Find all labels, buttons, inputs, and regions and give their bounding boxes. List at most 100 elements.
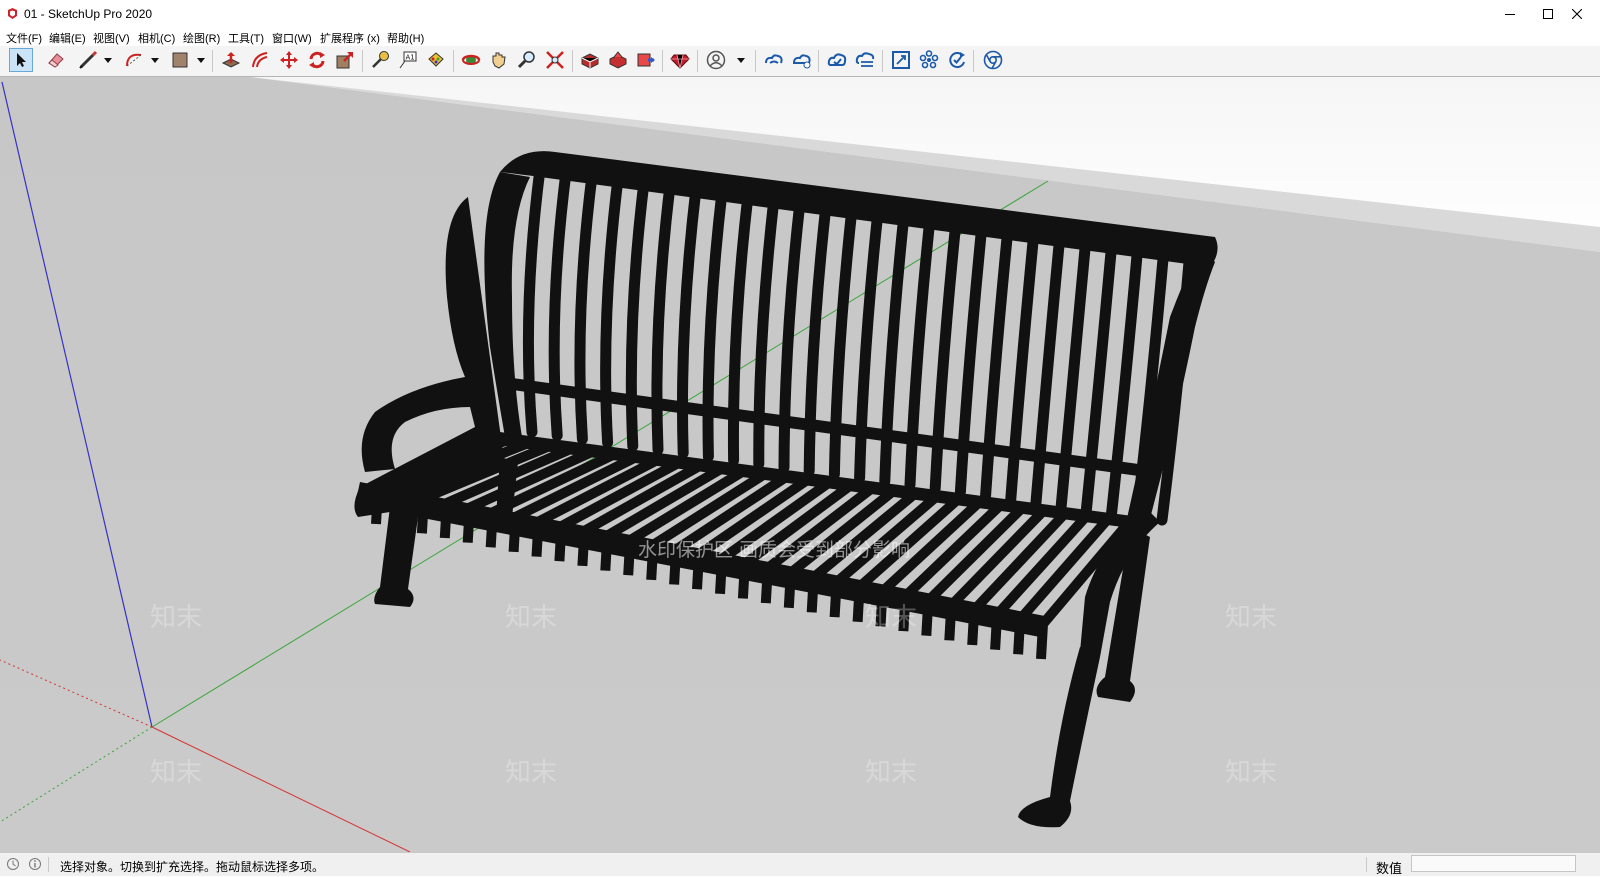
cloud-upload-button[interactable] [825, 48, 849, 72]
rectangle-tool-dropdown[interactable] [196, 50, 206, 70]
measurements-label: 数值 [1376, 861, 1403, 876]
select-tool-button[interactable] [9, 48, 33, 72]
extension-warehouse-icon [609, 51, 627, 69]
ruby-console-button[interactable] [668, 48, 692, 72]
trimble-connect-icon [765, 54, 783, 64]
toolbar-separator [973, 50, 974, 72]
chevron-down-icon [737, 57, 745, 63]
account-dropdown[interactable] [736, 50, 746, 70]
pan-tool-button[interactable] [487, 48, 511, 72]
components-button[interactable] [917, 48, 941, 72]
menu-tools[interactable]: 工具(T) [228, 30, 264, 46]
line-tool-button[interactable] [76, 48, 100, 72]
trimble-connect-button[interactable] [762, 48, 786, 72]
rotate-tool-button[interactable] [305, 48, 329, 72]
status-separator [1366, 857, 1367, 872]
3d-warehouse-button[interactable] [578, 48, 602, 72]
send-to-layout-icon [637, 53, 655, 67]
eraser-icon [48, 53, 64, 68]
orbit-icon [461, 54, 481, 65]
cloud-sync-icon [855, 52, 875, 67]
title-bar: 01 - SketchUp Pro 2020 [0, 0, 1600, 28]
model-viewport[interactable]: 水印保护区 画质会受到部分影响 知末 知末 知末 知末 知末 知末 知末 知末 [0, 77, 1600, 852]
cloud-upload-icon [827, 53, 847, 66]
menu-edit[interactable]: 编辑(E) [49, 30, 86, 46]
watermark-tile: 知末 [1225, 758, 1278, 788]
offset-tool-button[interactable] [248, 48, 272, 72]
chevron-down-icon [104, 57, 112, 63]
line-icon [79, 50, 98, 69]
paint-bucket-tool-button[interactable] [424, 48, 448, 72]
menu-bar: 文件(F) 编辑(E) 视图(V) 相机(C) 绘图(R) 工具(T) 窗口(W… [0, 28, 1600, 46]
chrome-icon [983, 50, 1003, 70]
extension-warehouse-button[interactable] [606, 48, 630, 72]
arc-icon [126, 53, 142, 67]
toolbar: A1 [0, 46, 1600, 77]
watermark-tile: 知末 [865, 603, 918, 633]
orbit-tool-button[interactable] [459, 48, 483, 72]
chevron-down-icon [197, 57, 205, 63]
arc-tool-dropdown[interactable] [150, 50, 160, 70]
menu-extensions[interactable]: 扩展程序 (x) [320, 30, 380, 46]
line-tool-dropdown[interactable] [103, 50, 113, 70]
close-icon [1572, 9, 1582, 19]
geolocation-icon[interactable] [6, 857, 20, 871]
send-to-layout-button[interactable] [634, 48, 658, 72]
measurements-input[interactable] [1411, 855, 1576, 872]
menu-file[interactable]: 文件(F) [6, 30, 42, 46]
trimble-connect-share-button[interactable] [790, 48, 814, 72]
viewport-canvas [0, 77, 1600, 852]
move-tool-button[interactable] [277, 48, 301, 72]
sketchup-logo-icon [8, 8, 17, 19]
refresh-button[interactable] [945, 48, 969, 72]
toolbar-separator [453, 50, 454, 72]
paint-bucket-icon [428, 52, 444, 67]
cloud-sync-button[interactable] [853, 48, 877, 72]
status-bar: 选择对象。切换到扩充选择。拖动鼠标选择多项。 数值 [0, 852, 1600, 876]
components-icon [919, 50, 939, 69]
account-icon [706, 50, 726, 70]
push-pull-tool-button[interactable] [219, 48, 243, 72]
scale-icon [336, 52, 353, 69]
3d-warehouse-icon [581, 53, 599, 69]
push-pull-icon [221, 52, 241, 68]
toolbar-separator [362, 50, 363, 72]
watermark-tile: 知末 [865, 758, 918, 788]
close-button[interactable] [1554, 0, 1600, 28]
status-separator [48, 857, 49, 872]
text-tool-button[interactable]: A1 [396, 48, 420, 72]
text-icon: A1 [399, 51, 417, 69]
eraser-tool-button[interactable] [44, 48, 68, 72]
tape-measure-icon [372, 51, 389, 68]
menu-draw[interactable]: 绘图(R) [183, 30, 220, 46]
watermark-tile: 知末 [505, 758, 558, 788]
watermark-tile: 知末 [150, 758, 203, 788]
arc-tool-button[interactable] [122, 48, 146, 72]
svg-text:A1: A1 [406, 54, 415, 62]
maximize-icon [1543, 9, 1553, 19]
menu-window[interactable]: 窗口(W) [272, 30, 312, 46]
pan-icon [492, 52, 506, 69]
minimize-icon [1505, 14, 1515, 15]
menu-help[interactable]: 帮助(H) [387, 30, 424, 46]
ruby-console-icon [670, 54, 690, 69]
chrome-button[interactable] [981, 48, 1005, 72]
trimble-connect-share-icon [792, 54, 811, 69]
menu-view[interactable]: 视图(V) [93, 30, 130, 46]
scene-frame-icon [892, 51, 910, 69]
zoom-extents-tool-button[interactable] [543, 48, 567, 72]
rectangle-tool-button[interactable] [168, 48, 192, 72]
toolbar-separator [212, 50, 213, 72]
tape-measure-tool-button[interactable] [368, 48, 392, 72]
toolbar-separator [662, 50, 663, 72]
toolbar-separator [818, 50, 819, 72]
menu-camera[interactable]: 相机(C) [138, 30, 175, 46]
account-button[interactable] [704, 48, 728, 72]
zoom-tool-button[interactable] [515, 48, 539, 72]
info-icon[interactable] [28, 857, 42, 871]
refresh-icon [949, 52, 965, 69]
scene-frame-button[interactable] [889, 48, 913, 72]
scale-tool-button[interactable] [333, 48, 357, 72]
toolbar-separator [755, 50, 756, 72]
toolbar-separator [882, 50, 883, 72]
